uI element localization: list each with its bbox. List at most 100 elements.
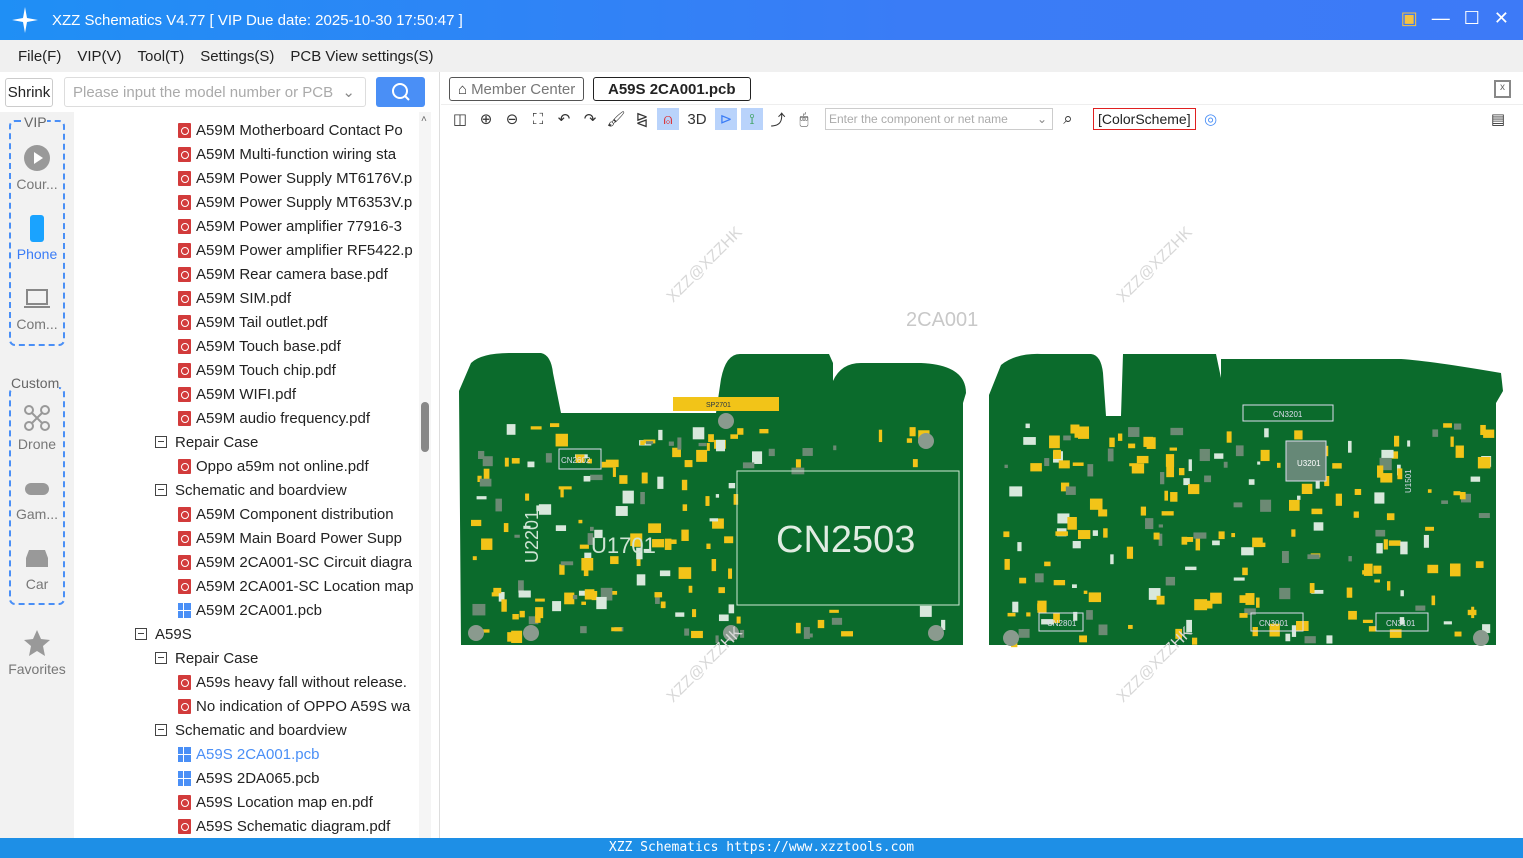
zoom-out-icon[interactable]: ⊖ <box>501 108 523 130</box>
model-search-input[interactable]: Please input the model number or PCB ⌄ <box>64 77 366 107</box>
component-label[interactable]: U1701 <box>591 533 656 558</box>
pcb-pad <box>1388 540 1401 546</box>
scrollbar-thumb[interactable] <box>421 402 429 452</box>
tree-scrollbar[interactable]: ˄ <box>419 112 431 838</box>
fit-view-icon[interactable]: ⛶ <box>527 108 549 130</box>
split-view-icon[interactable]: ◫ <box>449 108 471 130</box>
eye-icon[interactable]: ◎ <box>1200 108 1222 130</box>
tree-file[interactable]: A59S Schematic diagram.pdf <box>178 814 390 838</box>
tree-folder[interactable]: Schematic and boardview <box>155 718 347 742</box>
tree-file[interactable]: A59M WIFI.pdf <box>178 382 296 406</box>
rail-item-drone[interactable]: Drone <box>0 404 74 452</box>
rail-item-phone[interactable]: Phone <box>0 214 74 262</box>
rail-item-computer[interactable]: Com... <box>0 284 74 332</box>
pcb-view[interactable]: 2CA001 CN2503 U1701 U2201 SP2701 CN2602 … <box>441 133 1523 838</box>
maximize-button[interactable]: ☐ <box>1464 8 1480 29</box>
tree-folder[interactable]: Schematic and boardview <box>155 478 347 502</box>
pcb-pad <box>829 609 839 613</box>
rotate-right-icon[interactable]: ↷ <box>579 108 601 130</box>
tree-file[interactable]: Oppo a59m not online.pdf <box>178 454 369 478</box>
close-tab-icon[interactable]: x <box>1494 80 1511 98</box>
tree-file[interactable]: A59M Component distribution <box>178 502 394 526</box>
chevron-down-icon[interactable]: ⌄ <box>342 83 355 101</box>
tree-file[interactable]: A59M Motherboard Contact Po <box>178 118 403 142</box>
menu-file[interactable]: File(F) <box>18 48 61 65</box>
menu-settings[interactable]: Settings(S) <box>200 48 274 65</box>
rail-item-game[interactable]: Gam... <box>0 474 74 522</box>
pcb-pad <box>1078 426 1090 439</box>
paint-icon[interactable]: 🖌 <box>605 108 627 130</box>
tree-file[interactable]: A59M Touch chip.pdf <box>178 358 336 382</box>
mirror-icon[interactable]: ⧎ <box>631 108 653 130</box>
tree-file[interactable]: A59M Multi-function wiring sta <box>178 142 396 166</box>
menu-vip[interactable]: VIP(V) <box>77 48 121 65</box>
close-button[interactable]: ✕ <box>1494 8 1509 29</box>
tree-file[interactable]: A59M 2CA001.pcb <box>178 598 322 622</box>
tree-folder[interactable]: A59S <box>135 622 192 646</box>
collapse-icon[interactable] <box>155 436 167 448</box>
menu-tool[interactable]: Tool(T) <box>138 48 185 65</box>
alarm-icon[interactable]: ⍝ <box>657 108 679 130</box>
minimize-button[interactable]: — <box>1432 8 1450 29</box>
collapse-icon[interactable] <box>135 628 147 640</box>
diode-icon[interactable]: ⊳ <box>715 108 737 130</box>
menu-pcb-view-settings[interactable]: PCB View settings(S) <box>290 48 433 65</box>
tree-file[interactable]: A59M 2CA001-SC Circuit diagra <box>178 550 412 574</box>
mouse-icon[interactable]: 🖱 <box>793 108 815 130</box>
tree-file[interactable]: A59M Main Board Power Supp <box>178 526 402 550</box>
pcb-pad <box>1441 500 1449 504</box>
color-scheme-button[interactable]: [ColorScheme] <box>1093 108 1196 130</box>
pcb-canvas[interactable]: 2CA001 CN2503 U1701 U2201 SP2701 CN2602 … <box>441 133 1523 838</box>
pcb-pad <box>1475 561 1484 568</box>
pcb-pad <box>1231 533 1236 538</box>
tree-file[interactable]: No indication of OPPO A59S wa <box>178 694 410 718</box>
tab-member-center[interactable]: ⌂ Member Center <box>449 77 585 101</box>
chevron-down-icon[interactable]: ⌄ <box>1037 112 1047 126</box>
tree-item-label: A59M Touch base.pdf <box>196 337 341 355</box>
tree-folder[interactable]: Repair Case <box>155 646 258 670</box>
rail-item-favorites[interactable]: Favorites <box>0 629 74 677</box>
component-label[interactable]: CN2503 <box>776 519 915 561</box>
shrink-button[interactable]: Shrink <box>5 78 53 107</box>
component-label[interactable]: U2201 <box>522 510 542 563</box>
net-trace-icon[interactable]: ⟟ <box>741 108 763 130</box>
collapse-icon[interactable] <box>155 484 167 496</box>
rail-item-car[interactable]: Car <box>0 544 74 592</box>
tree-folder[interactable]: Repair Case <box>155 430 258 454</box>
tab-a59s-pcb[interactable]: A59S 2CA001.pcb <box>593 77 751 101</box>
tree-file[interactable]: A59M SIM.pdf <box>178 286 291 310</box>
tree-file[interactable]: A59M Touch base.pdf <box>178 334 341 358</box>
zoom-in-icon[interactable]: ⊕ <box>475 108 497 130</box>
play-icon <box>23 144 51 172</box>
tree-file[interactable]: A59M 2CA001-SC Location map <box>178 574 414 598</box>
collapse-icon[interactable] <box>155 724 167 736</box>
tree-file[interactable]: A59M Power amplifier 77916-3 <box>178 214 402 238</box>
side-panel-icon[interactable]: ▤ <box>1487 108 1509 130</box>
pcb-pad <box>1346 587 1353 598</box>
pcb-pad <box>1110 554 1114 565</box>
pcb-board-left[interactable] <box>459 353 966 645</box>
search-button[interactable] <box>376 77 425 107</box>
tree-file[interactable]: A59S 2DA065.pcb <box>178 766 319 790</box>
vip-bag-icon[interactable]: ▣ <box>1401 8 1418 29</box>
rail-item-course[interactable]: Cour... <box>0 144 74 192</box>
tree-file[interactable]: A59M audio frequency.pdf <box>178 406 370 430</box>
3d-button[interactable]: 3D <box>683 108 711 130</box>
tree-file[interactable]: A59S Location map en.pdf <box>178 790 373 814</box>
net-search-input[interactable]: Enter the component or net name ⌄ <box>825 108 1053 130</box>
tree-file[interactable]: A59S 2CA001.pcb <box>178 742 319 766</box>
search-icon[interactable]: ⌕ <box>1057 108 1079 130</box>
tree-file[interactable]: A59s heavy fall without release. <box>178 670 407 694</box>
tree-file[interactable]: A59M Tail outlet.pdf <box>178 310 327 334</box>
rotate-left-icon[interactable]: ↶ <box>553 108 575 130</box>
curve-icon[interactable]: ⤴ <box>767 108 789 130</box>
tree-file[interactable]: A59M Power Supply MT6353V.p <box>178 190 412 214</box>
pcb-pad <box>1023 437 1036 445</box>
tree-file[interactable]: A59M Power Supply MT6176V.p <box>178 166 412 190</box>
tree-item-label: A59M Power amplifier 77916-3 <box>196 217 402 235</box>
tree-file[interactable]: A59M Power amplifier RF5422.p <box>178 238 413 262</box>
tree-file[interactable]: A59M Rear camera base.pdf <box>178 262 388 286</box>
collapse-icon[interactable] <box>155 652 167 664</box>
pdf-file-icon <box>178 818 191 834</box>
pcb-pad <box>1373 565 1382 574</box>
